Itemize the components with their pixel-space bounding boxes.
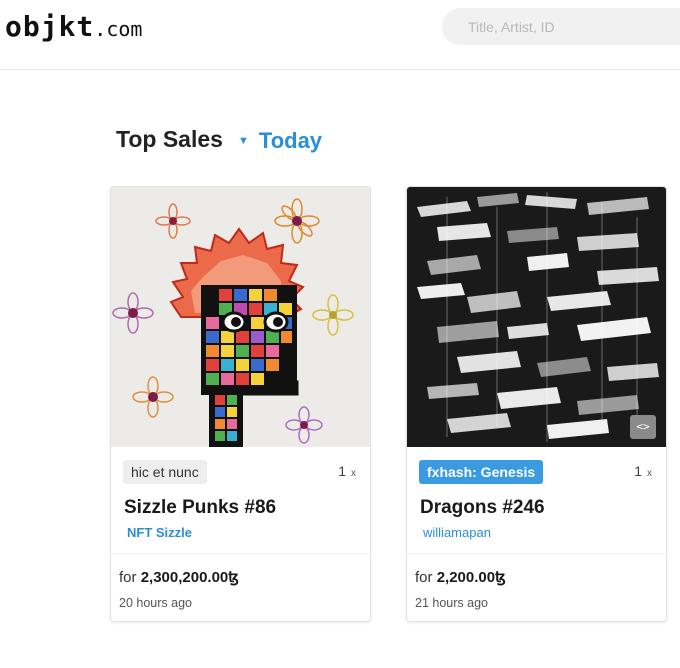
sale-card[interactable]: <> fxhash: Genesis 1x Dragons #246 willi… bbox=[406, 186, 667, 622]
price-prefix: for bbox=[415, 569, 433, 586]
logo-domain: .com bbox=[94, 17, 143, 41]
price-value: 2,200.00ꜩ bbox=[436, 569, 506, 586]
card-footer: for 2,200.00ꜩ 21 hours ago bbox=[407, 553, 666, 621]
marketplace-badge[interactable]: hic et nunc bbox=[123, 460, 207, 484]
sale-price: for 2,200.00ꜩ bbox=[415, 568, 506, 586]
token-name[interactable]: Sizzle Punks #86 bbox=[124, 497, 276, 519]
card-body: fxhash: Genesis 1x Dragons #246 williama… bbox=[407, 447, 666, 553]
punk-face bbox=[201, 285, 297, 395]
artwork-image[interactable] bbox=[111, 187, 370, 447]
section-title: Top Sales bbox=[116, 126, 223, 152]
price-prefix: for bbox=[119, 569, 137, 586]
period-label: Today bbox=[258, 128, 323, 153]
price-value: 2,300,200.00ꜩ bbox=[140, 569, 239, 586]
code-embed-icon[interactable]: <> bbox=[630, 415, 656, 439]
artwork-image[interactable]: <> bbox=[407, 187, 666, 447]
creator-link[interactable]: NFT Sizzle bbox=[127, 525, 192, 540]
quantity-value: 1 bbox=[338, 463, 346, 479]
period-dropdown[interactable]: ▼ Today bbox=[238, 128, 322, 154]
quantity-unit: x bbox=[647, 468, 652, 479]
quantity-unit: x bbox=[351, 468, 356, 479]
edition-quantity: 1x bbox=[634, 463, 652, 479]
objkt-logo[interactable]: objkt.com bbox=[5, 10, 142, 43]
dragons-artwork bbox=[407, 187, 666, 447]
card-body: hic et nunc 1x Sizzle Punks #86 NFT Sizz… bbox=[111, 447, 370, 553]
sizzle-punk-artwork bbox=[111, 187, 370, 447]
sale-time: 21 hours ago bbox=[415, 596, 488, 610]
top-header: objkt.com bbox=[0, 0, 680, 70]
search-input[interactable] bbox=[442, 8, 680, 45]
sale-card[interactable]: hic et nunc 1x Sizzle Punks #86 NFT Sizz… bbox=[110, 186, 371, 622]
card-footer: for 2,300,200.00ꜩ 20 hours ago bbox=[111, 553, 370, 621]
sale-time: 20 hours ago bbox=[119, 596, 192, 610]
chevron-down-icon: ▼ bbox=[238, 135, 249, 147]
logo-main: objkt bbox=[5, 10, 95, 43]
sale-price: for 2,300,200.00ꜩ bbox=[119, 568, 239, 586]
creator-link[interactable]: williamapan bbox=[423, 525, 491, 540]
token-name[interactable]: Dragons #246 bbox=[420, 497, 545, 519]
edition-quantity: 1x bbox=[338, 463, 356, 479]
marketplace-badge[interactable]: fxhash: Genesis bbox=[419, 460, 544, 484]
quantity-value: 1 bbox=[634, 463, 642, 479]
